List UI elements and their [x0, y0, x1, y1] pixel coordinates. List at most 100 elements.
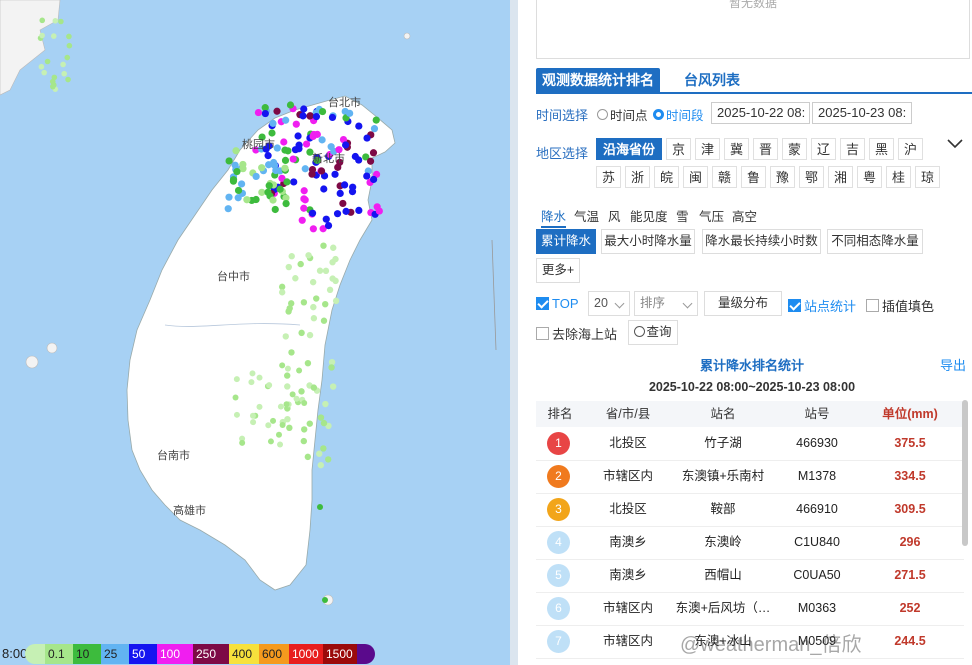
- province-button[interactable]: 粤: [857, 166, 882, 188]
- radio-timerange[interactable]: 时间段: [653, 105, 704, 124]
- station-dot: [265, 182, 273, 190]
- station-dot: [297, 260, 304, 268]
- rainfall-map[interactable]: 台北市 桃园市 新北市 台中市 台南市 高雄市 8:00 0.1 10 25 50 10…: [0, 0, 510, 665]
- province-button[interactable]: 闽: [683, 166, 708, 188]
- station-dot: [328, 113, 337, 122]
- province-button[interactable]: 鲁: [741, 166, 766, 188]
- station-dot: [320, 317, 328, 324]
- province-button[interactable]: 豫: [770, 166, 795, 188]
- table-row[interactable]: 6 市辖区内 东澳+后风坊（… M0363 252: [536, 592, 964, 626]
- table-row[interactable]: 3 北投区 鞍部 466910 309.5: [536, 493, 964, 527]
- station-dot: [351, 152, 359, 161]
- sort-select[interactable]: 排序: [634, 291, 698, 316]
- btn-accum-precip[interactable]: 累计降水: [536, 229, 596, 254]
- province-button[interactable]: 桂: [886, 166, 911, 188]
- station-dot: [355, 122, 363, 130]
- top-checkbox[interactable]: TOP: [536, 296, 579, 311]
- element-tab[interactable]: 能见度: [630, 206, 668, 225]
- station-dot: [372, 116, 380, 124]
- table-row[interactable]: 1 北投区 竹子湖 466930 375.5: [536, 427, 964, 461]
- province-button[interactable]: 沪: [898, 138, 923, 160]
- tab-typhoon-list[interactable]: 台风列表: [678, 68, 746, 92]
- tab-obs-stats[interactable]: 观测数据统计排名: [536, 68, 660, 92]
- station-dot: [309, 225, 317, 233]
- station-dot: [266, 382, 273, 389]
- province-button[interactable]: 津: [695, 138, 720, 160]
- station-dot: [331, 170, 339, 178]
- btn-max-hourly[interactable]: 最大小时降水量: [601, 229, 695, 254]
- radio-timepoint[interactable]: 时间点: [597, 105, 648, 124]
- checkbox-unchecked[interactable]: [866, 299, 879, 312]
- station-dot: [322, 597, 328, 603]
- panel-divider[interactable]: [510, 0, 518, 665]
- top-count-select[interactable]: 20: [588, 291, 630, 316]
- cell-id: 466930: [796, 436, 838, 450]
- start-time-input[interactable]: 2025-10-22 08:: [711, 102, 810, 124]
- btn-grade-dist[interactable]: 量级分布: [704, 291, 782, 316]
- station-dot: [309, 132, 317, 141]
- province-button[interactable]: 湘: [828, 166, 853, 188]
- map-canvas[interactable]: [0, 0, 510, 665]
- province-button[interactable]: 鄂: [799, 166, 824, 188]
- cell-area: 南澳乡: [609, 535, 647, 549]
- checkbox-checked[interactable]: [788, 299, 801, 312]
- element-tab[interactable]: 降水: [541, 206, 567, 228]
- chevron-down-icon[interactable]: [946, 137, 964, 151]
- remove-sea-checkbox[interactable]: 去除海上站: [536, 324, 617, 343]
- province-button[interactable]: 京: [666, 138, 691, 160]
- legend-swatch: 50: [129, 644, 157, 664]
- radio-dot-selected[interactable]: [653, 109, 664, 120]
- province-button[interactable]: 黑: [869, 138, 894, 160]
- fill-checkbox[interactable]: 插值填色: [866, 296, 934, 315]
- btn-max-duration[interactable]: 降水最长持续小时数: [702, 229, 821, 254]
- cell-station: 西帽山: [704, 568, 742, 582]
- province-button[interactable]: 赣: [712, 166, 737, 188]
- station-dot: [284, 383, 291, 390]
- element-tab[interactable]: 雪: [676, 206, 689, 225]
- province-button[interactable]: 晋: [753, 138, 778, 160]
- station-stat-checkbox[interactable]: 站点统计: [788, 296, 856, 315]
- province-button[interactable]: 辽: [811, 138, 836, 160]
- province-button[interactable]: 吉: [840, 138, 865, 160]
- btn-more[interactable]: 更多+: [536, 258, 580, 283]
- btn-phase-precip[interactable]: 不同相态降水量: [827, 229, 923, 254]
- checkbox-unchecked[interactable]: [536, 327, 549, 340]
- table-row[interactable]: 2 市辖区内 东澳镇+乐南村 M1378 334.5: [536, 460, 964, 494]
- province-button[interactable]: 苏: [596, 166, 621, 188]
- province-button[interactable]: 皖: [654, 166, 679, 188]
- element-tab[interactable]: 高空: [732, 206, 757, 225]
- city-label-newtaipei: 新北市: [312, 153, 345, 165]
- table-row[interactable]: 5 南澳乡 西帽山 C0UA50 271.5: [536, 559, 964, 593]
- province-button[interactable]: 蒙: [782, 138, 807, 160]
- element-tab[interactable]: 气温: [574, 206, 599, 225]
- time-select-label: 时间选择: [536, 108, 589, 123]
- checkbox-checked[interactable]: [536, 297, 549, 310]
- stats-panel: 暂无数据 观测数据统计排名 台风列表 时间选择 时间点 时间段 2025-10-…: [518, 0, 972, 665]
- station-dot: [355, 206, 363, 215]
- element-tab[interactable]: 风: [608, 206, 621, 225]
- query-button[interactable]: 查询: [628, 320, 678, 345]
- radio-dot[interactable]: [597, 109, 608, 120]
- cell-value: 334.5: [894, 469, 926, 483]
- element-tab[interactable]: 气压: [699, 206, 724, 225]
- cell-station: 鞍部: [710, 502, 736, 516]
- station-dot: [290, 178, 298, 186]
- region-coastal-button[interactable]: 沿海省份: [596, 138, 662, 160]
- station-dot: [52, 18, 59, 24]
- legend-swatch: 1000: [289, 644, 323, 664]
- station-dot: [41, 69, 47, 76]
- cell-station: 东澳+后风坊（…: [675, 601, 771, 615]
- export-link[interactable]: 导出: [940, 355, 966, 374]
- province-button[interactable]: 浙: [625, 166, 650, 188]
- table-row[interactable]: 4 南澳乡 东澳岭 C1U840 296: [536, 526, 964, 560]
- province-button[interactable]: 琼: [915, 166, 940, 188]
- province-button[interactable]: 冀: [724, 138, 749, 160]
- watermark: @weatherman_倍欣: [680, 634, 862, 656]
- end-time-input[interactable]: 2025-10-23 08:: [812, 102, 912, 124]
- station-dot: [332, 255, 339, 263]
- cell-area: 市辖区内: [602, 601, 653, 615]
- station-dot: [66, 33, 72, 40]
- station-dot: [279, 422, 286, 429]
- station-dot: [346, 109, 354, 117]
- table-scrollbar[interactable]: [962, 400, 968, 546]
